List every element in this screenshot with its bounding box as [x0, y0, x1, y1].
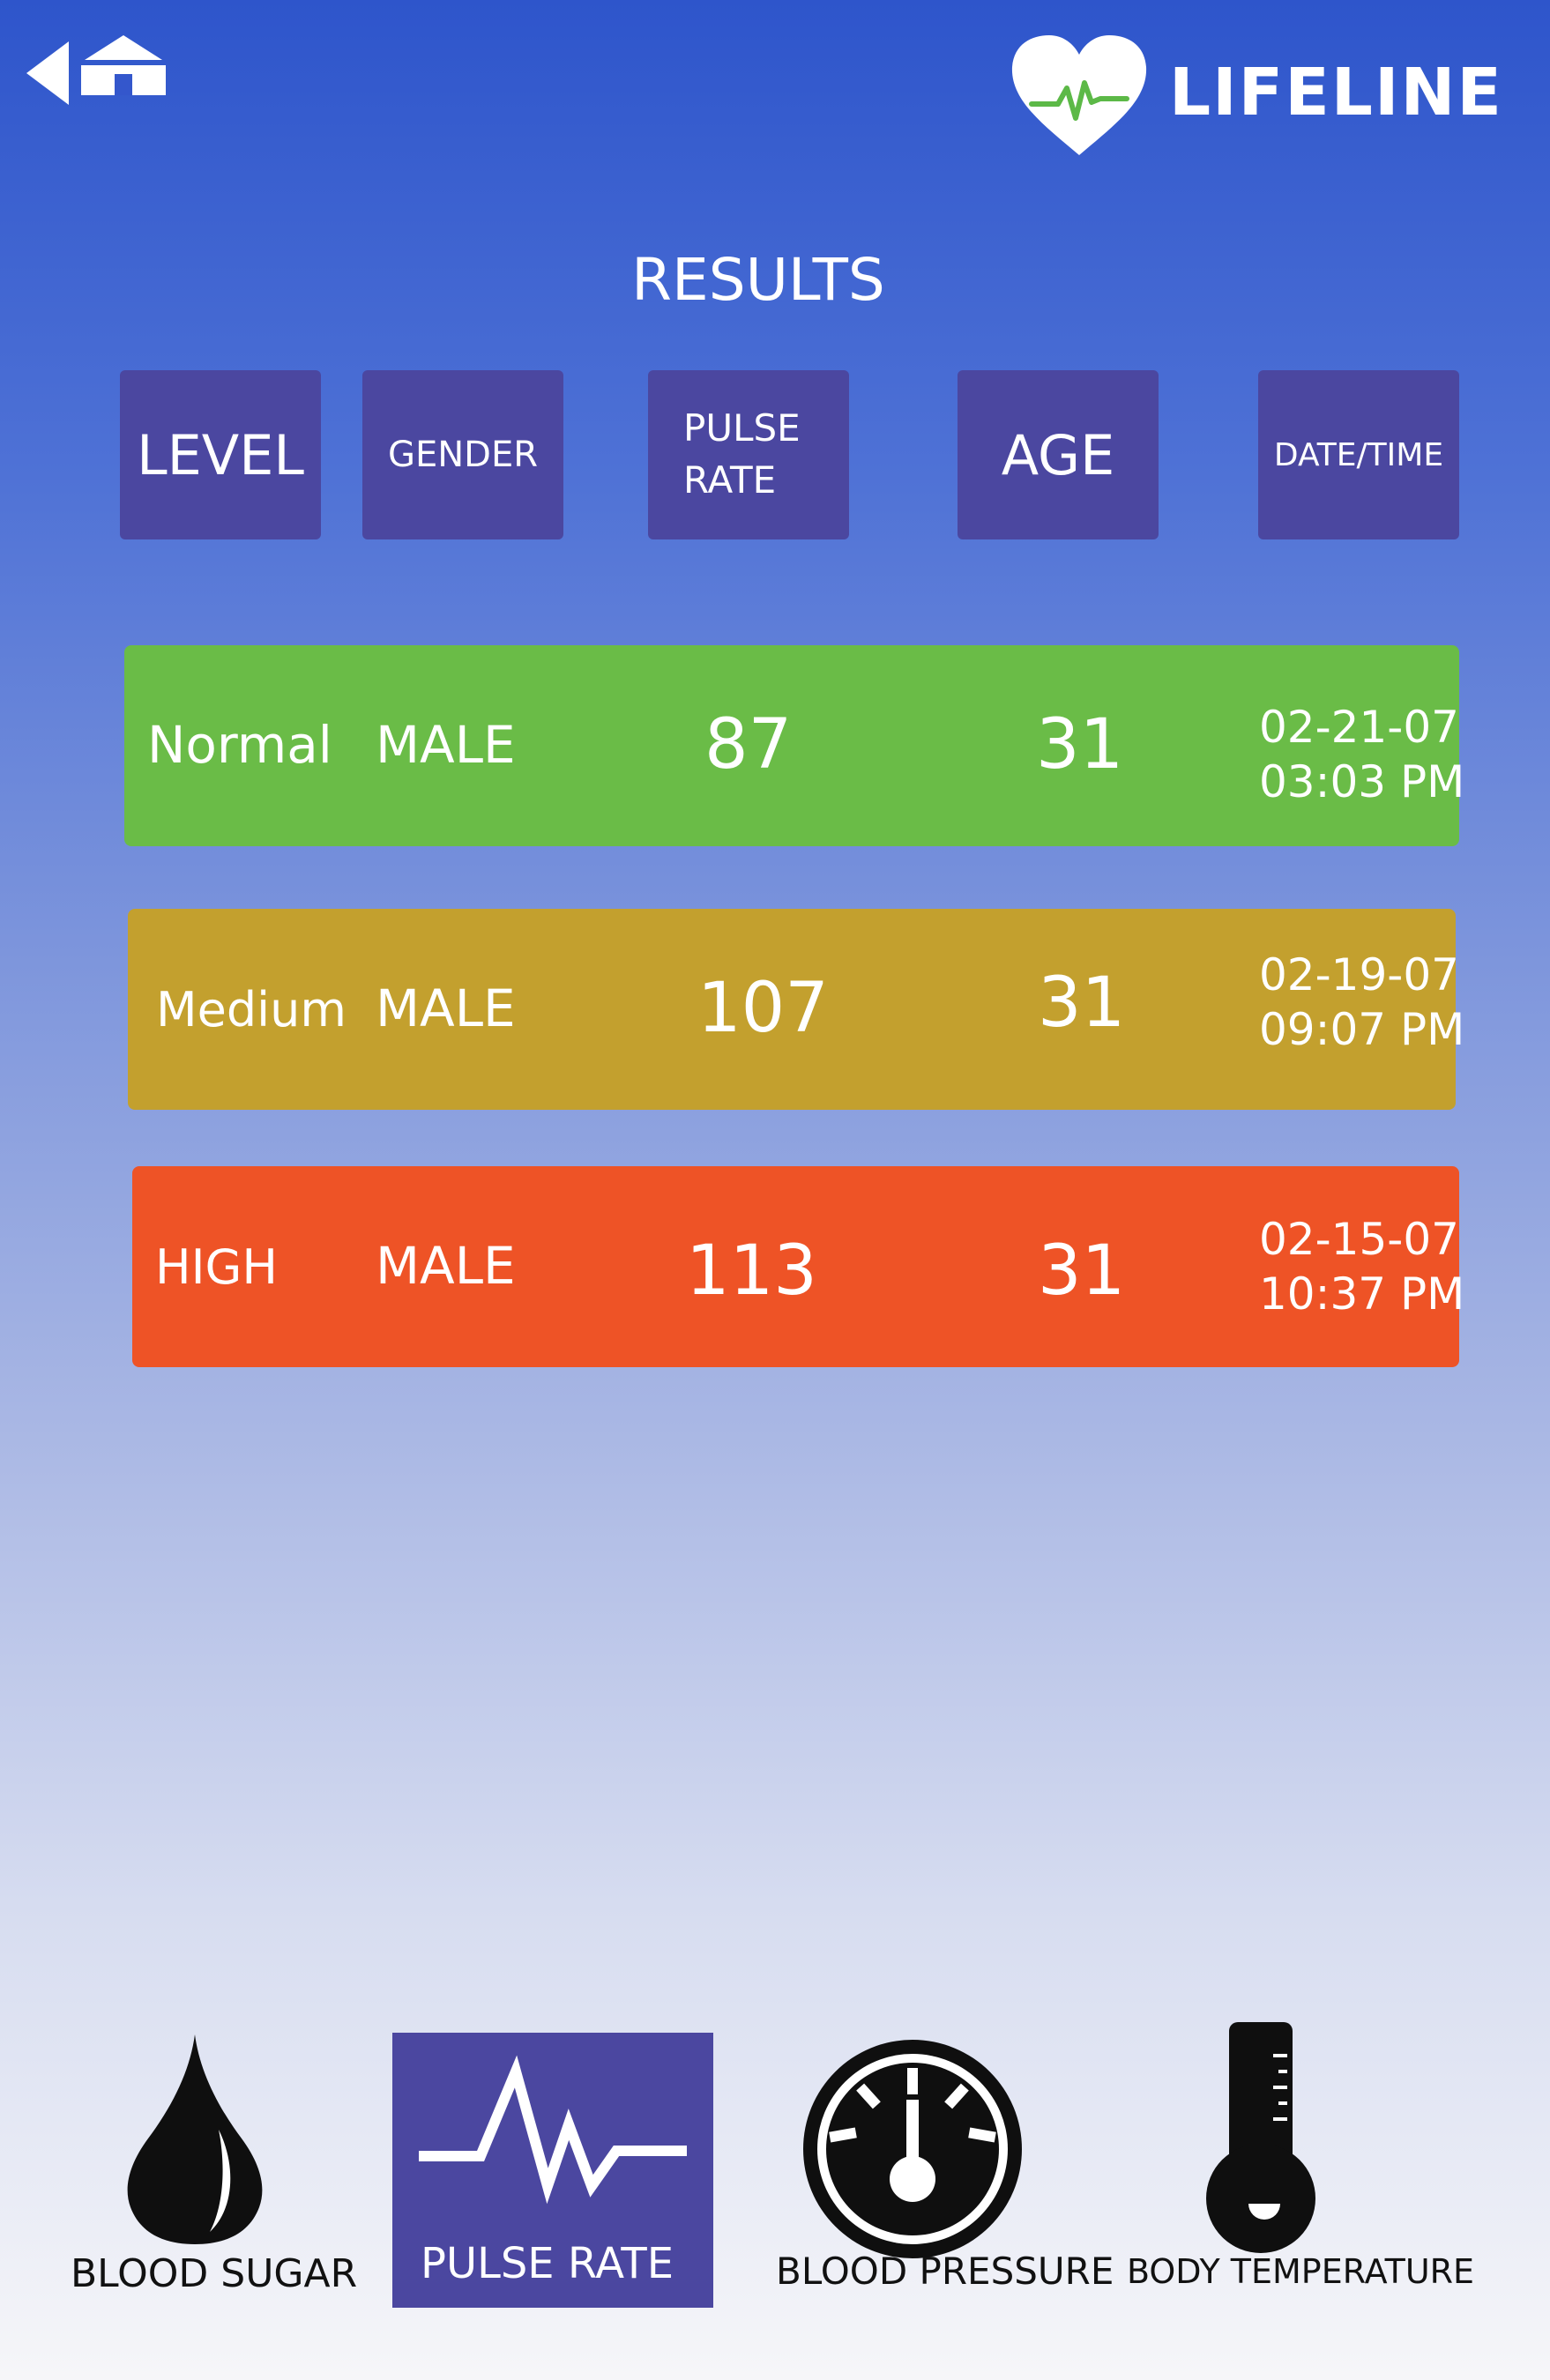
nav-blood-sugar-label[interactable]: BLOOD SUGAR: [71, 2255, 357, 2294]
column-header-pulse-line2: RATE: [683, 458, 777, 502]
result-row-high[interactable]: HIGH MALE 113 31 02-15-07 10:37 PM: [132, 1166, 1464, 1367]
row-time: 09:07 PM: [1259, 1004, 1465, 1055]
row-date: 02-21-07: [1259, 702, 1459, 753]
row-date-time: 02-21-07 03:03 PM: [1259, 700, 1464, 809]
row-age: 31: [1038, 1231, 1126, 1311]
home-icon[interactable]: [78, 33, 169, 97]
column-header-pulse-rate[interactable]: PULSE RATE: [648, 370, 849, 539]
gauge-icon[interactable]: [800, 2036, 1025, 2262]
row-level: Normal: [147, 715, 332, 775]
nav-pulse-rate-button[interactable]: PULSE RATE: [392, 2033, 713, 2308]
row-pulse-rate: 87: [704, 705, 793, 785]
row-date-time: 02-15-07 10:37 PM: [1259, 1212, 1464, 1321]
result-row-normal[interactable]: Normal MALE 87 31 02-21-07 03:03 PM: [124, 645, 1464, 846]
row-gender: MALE: [376, 715, 516, 775]
row-age: 31: [1038, 963, 1126, 1043]
heart-pulse-icon: [1011, 35, 1147, 155]
nav-blood-pressure-label[interactable]: BLOOD PRESSURE: [776, 2253, 1114, 2290]
blood-drop-icon[interactable]: [122, 2033, 268, 2246]
column-header-gender[interactable]: GENDER: [362, 370, 563, 539]
row-date: 02-19-07: [1259, 949, 1459, 1000]
row-pulse-rate: 113: [686, 1231, 817, 1311]
row-gender: MALE: [376, 1236, 516, 1296]
row-time: 10:37 PM: [1259, 1268, 1465, 1320]
thermometer-icon[interactable]: [1199, 2019, 1331, 2255]
row-time: 03:03 PM: [1259, 756, 1465, 807]
brand-name: LIFELINE: [1169, 55, 1503, 130]
row-level: Medium: [156, 982, 347, 1038]
row-age: 31: [1036, 705, 1124, 785]
page-title: RESULTS: [631, 246, 885, 314]
pulse-wave-icon: [419, 2055, 687, 2205]
column-header-level[interactable]: LEVEL: [120, 370, 321, 539]
row-date: 02-15-07: [1259, 1214, 1459, 1265]
result-row-medium[interactable]: Medium MALE 107 31 02-19-07 09:07 PM: [128, 909, 1464, 1110]
nav-body-temperature-label[interactable]: BODY TEMPERATURE: [1127, 2255, 1474, 2288]
column-header-age[interactable]: AGE: [958, 370, 1159, 539]
row-gender: MALE: [376, 978, 516, 1038]
column-header-date-time[interactable]: DATE/TIME: [1258, 370, 1459, 539]
row-pulse-rate: 107: [697, 969, 829, 1048]
back-arrow-icon[interactable]: [25, 40, 71, 107]
nav-pulse-rate-label: PULSE RATE: [421, 2239, 674, 2288]
row-date-time: 02-19-07 09:07 PM: [1259, 948, 1464, 1057]
column-header-pulse-line1: PULSE: [683, 406, 801, 450]
row-level: HIGH: [155, 1239, 278, 1295]
